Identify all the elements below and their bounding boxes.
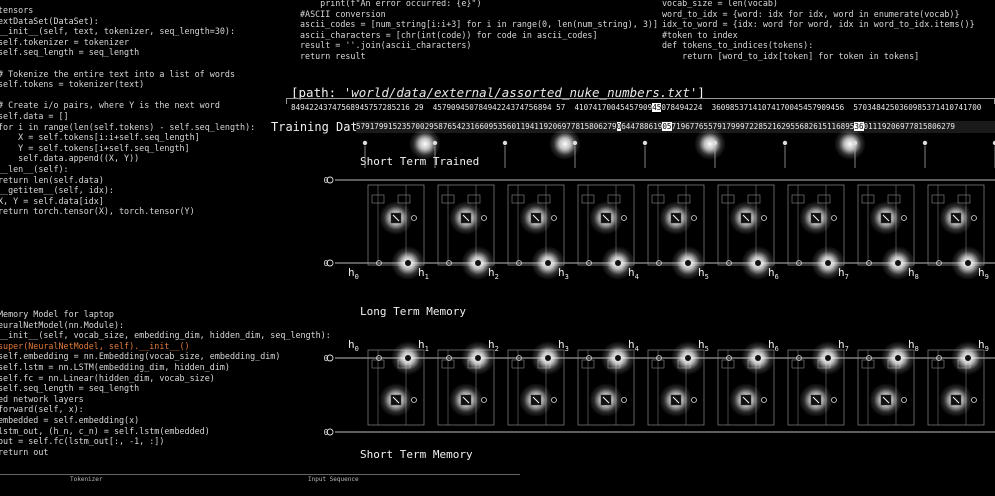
hidden-dot <box>475 355 481 361</box>
hidden-state-label: h4 <box>628 266 639 281</box>
hidden-state-label: h8 <box>908 266 919 281</box>
hidden-state-label: h9 <box>978 266 989 281</box>
hidden-state-label: h4 <box>628 338 639 353</box>
hidden-dot <box>405 260 411 266</box>
input-dot <box>432 140 438 146</box>
hidden-dot <box>545 260 551 266</box>
zero-marker: 0 <box>324 354 329 363</box>
hidden-state-label: h6 <box>768 266 779 281</box>
input-dot <box>852 140 858 146</box>
hidden-state-label: h5 <box>698 266 709 281</box>
input-glow-node <box>694 128 726 160</box>
hidden-state-label: h7 <box>838 338 849 353</box>
hidden-dot <box>825 260 831 266</box>
hidden-state-label: h2 <box>488 338 499 353</box>
hidden-dot <box>685 355 691 361</box>
hidden-dot <box>825 355 831 361</box>
zero-marker: 0 <box>324 428 329 437</box>
input-dot <box>782 140 788 146</box>
zero-marker: 0 <box>324 176 329 185</box>
hidden-dot <box>965 355 971 361</box>
input-dot <box>922 140 928 146</box>
hidden-dot <box>615 355 621 361</box>
hidden-state-label: h3 <box>558 266 569 281</box>
hidden-state-label: h1 <box>418 338 429 353</box>
input-dot <box>502 140 508 146</box>
hidden-state-label: h3 <box>558 338 569 353</box>
hidden-state-label: h2 <box>488 266 499 281</box>
lstm-diagram: h0 h1 h2 h3 h4 h5 h6 h7 h8 h9 h0 h1 h2 h3 h4 h5 h6 h7 h8 h9… <box>324 128 995 437</box>
hidden-dot <box>615 260 621 266</box>
hidden-dot <box>895 260 901 266</box>
hidden-state-label: h0 <box>348 266 359 281</box>
hidden-dot <box>895 355 901 361</box>
zero-marker: 0 <box>324 259 329 268</box>
hidden-dot <box>475 260 481 266</box>
hidden-state-label: h7 <box>838 266 849 281</box>
hidden-dot <box>755 355 761 361</box>
hidden-state-label: h0 <box>348 338 359 353</box>
hidden-dot <box>685 260 691 266</box>
hidden-dot <box>965 260 971 266</box>
hidden-dot <box>405 355 411 361</box>
input-glow-node <box>834 128 866 160</box>
input-dot <box>362 140 368 146</box>
hidden-state-label: h8 <box>908 338 919 353</box>
footer-input-sequence-label: Input Sequence <box>308 476 359 483</box>
footer-tokenizer-label: Tokenizer <box>70 476 103 483</box>
input-dot <box>572 140 578 146</box>
input-dot <box>642 140 648 146</box>
hidden-dot <box>755 260 761 266</box>
hidden-dot <box>545 355 551 361</box>
hidden-state-label: h9 <box>978 338 989 353</box>
footer-rule <box>0 474 520 475</box>
hidden-state-label: h6 <box>768 338 779 353</box>
hidden-state-label: h1 <box>418 266 429 281</box>
hidden-state-label: h5 <box>698 338 709 353</box>
input-dot <box>712 140 718 146</box>
